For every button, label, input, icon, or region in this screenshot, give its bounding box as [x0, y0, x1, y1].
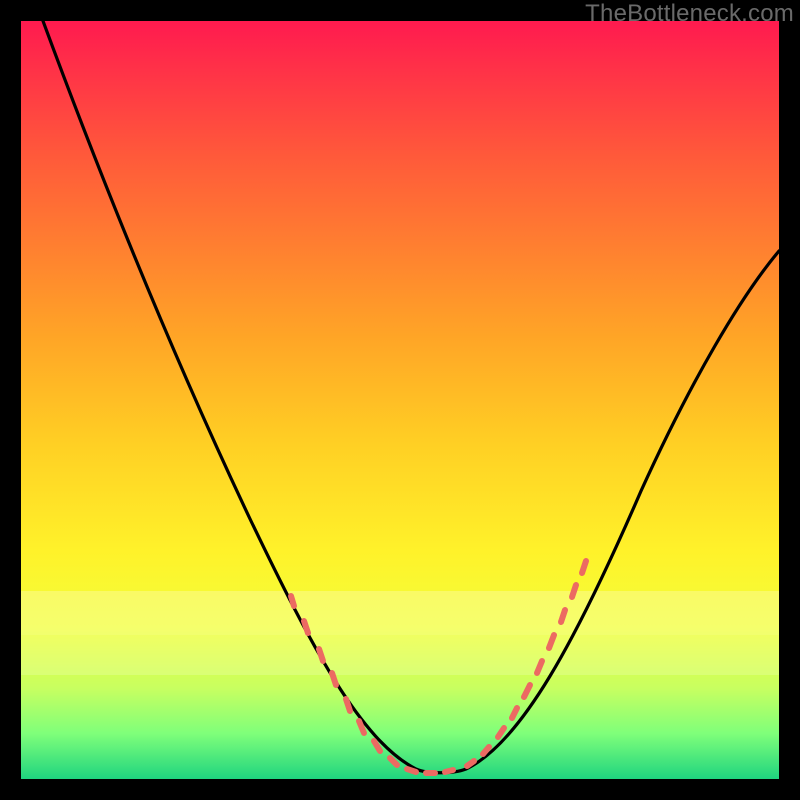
marker-tick [498, 728, 504, 737]
marker-tick [374, 741, 380, 751]
marker-tick [512, 708, 517, 718]
bottleneck-curve [43, 21, 779, 773]
chart-area [21, 21, 779, 779]
marker-tick [549, 635, 554, 648]
chart-svg [21, 21, 779, 779]
marker-tick [346, 699, 350, 711]
marker-tick [467, 761, 474, 766]
marker-group-right [467, 561, 586, 766]
marker-tick [390, 758, 397, 765]
marker-tick [582, 561, 586, 573]
marker-tick [524, 685, 530, 697]
marker-tick [537, 661, 542, 673]
marker-tick [319, 649, 323, 661]
marker-group-left [291, 596, 453, 773]
marker-tick [445, 770, 453, 772]
marker-tick [561, 610, 565, 622]
marker-tick [332, 673, 336, 685]
marker-tick [291, 596, 294, 606]
marker-tick [572, 585, 576, 597]
marker-tick [407, 769, 416, 772]
marker-tick [304, 621, 308, 633]
